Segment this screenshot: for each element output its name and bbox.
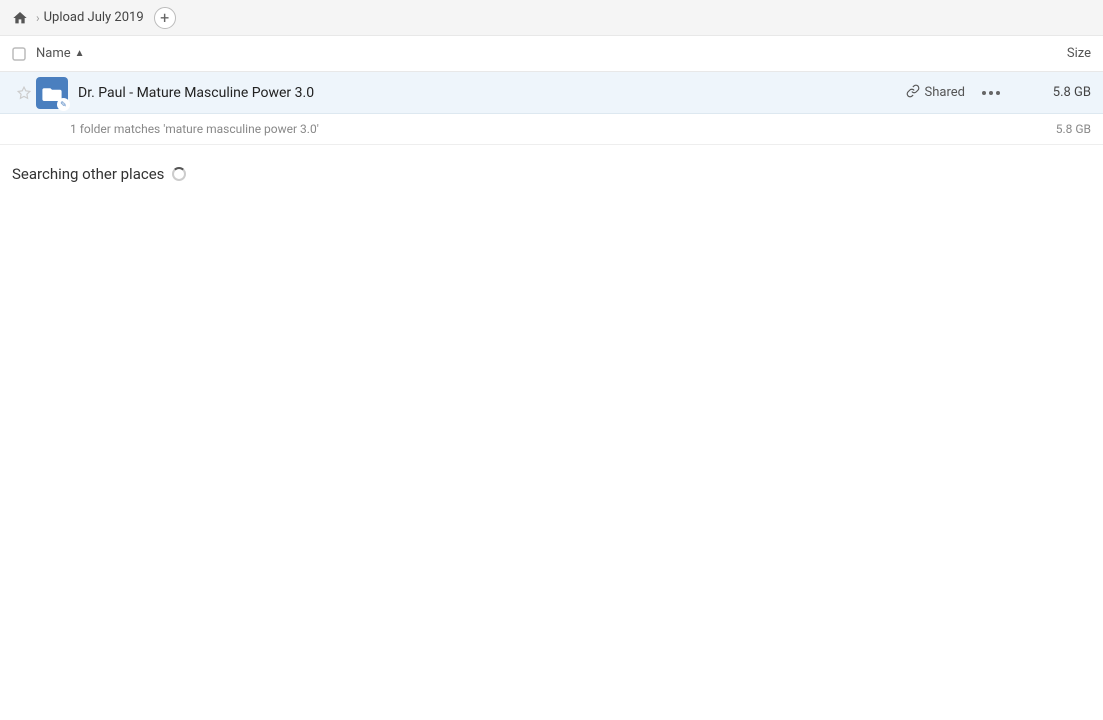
summary-size: 5.8 GB — [1021, 122, 1091, 136]
breadcrumb-bar: › Upload July 2019 + — [0, 0, 1103, 36]
folder-icon: ✎ — [36, 77, 68, 109]
home-icon[interactable] — [12, 10, 28, 26]
file-row[interactable]: ✎ Dr. Paul - Mature Masculine Power 3.0 … — [0, 72, 1103, 114]
star-icon[interactable] — [12, 86, 36, 100]
searching-section: Searching other places — [0, 145, 1103, 203]
add-button[interactable]: + — [154, 7, 176, 29]
shared-label: Shared — [925, 85, 965, 100]
more-options-button[interactable] — [977, 79, 1005, 107]
size-column-header: Size — [1011, 46, 1091, 61]
shared-section: Shared — [906, 84, 965, 102]
file-size: 5.8 GB — [1021, 85, 1091, 100]
searching-label: Searching other places — [12, 165, 164, 183]
searching-spinner-icon — [172, 167, 186, 181]
file-name: Dr. Paul - Mature Masculine Power 3.0 — [78, 85, 906, 101]
searching-title: Searching other places — [12, 165, 1091, 183]
select-all-checkbox[interactable] — [12, 47, 36, 61]
summary-row: 1 folder matches 'mature masculine power… — [0, 114, 1103, 145]
folder-edit-badge: ✎ — [57, 98, 70, 111]
link-icon — [906, 84, 920, 102]
sort-arrow-icon: ▲ — [75, 48, 85, 59]
breadcrumb-arrow: › — [36, 11, 40, 25]
name-column-header[interactable]: Name ▲ — [36, 46, 1011, 61]
column-header-row: Name ▲ Size — [0, 36, 1103, 72]
summary-text: 1 folder matches 'mature masculine power… — [70, 122, 1021, 136]
breadcrumb-title: Upload July 2019 — [44, 10, 144, 25]
